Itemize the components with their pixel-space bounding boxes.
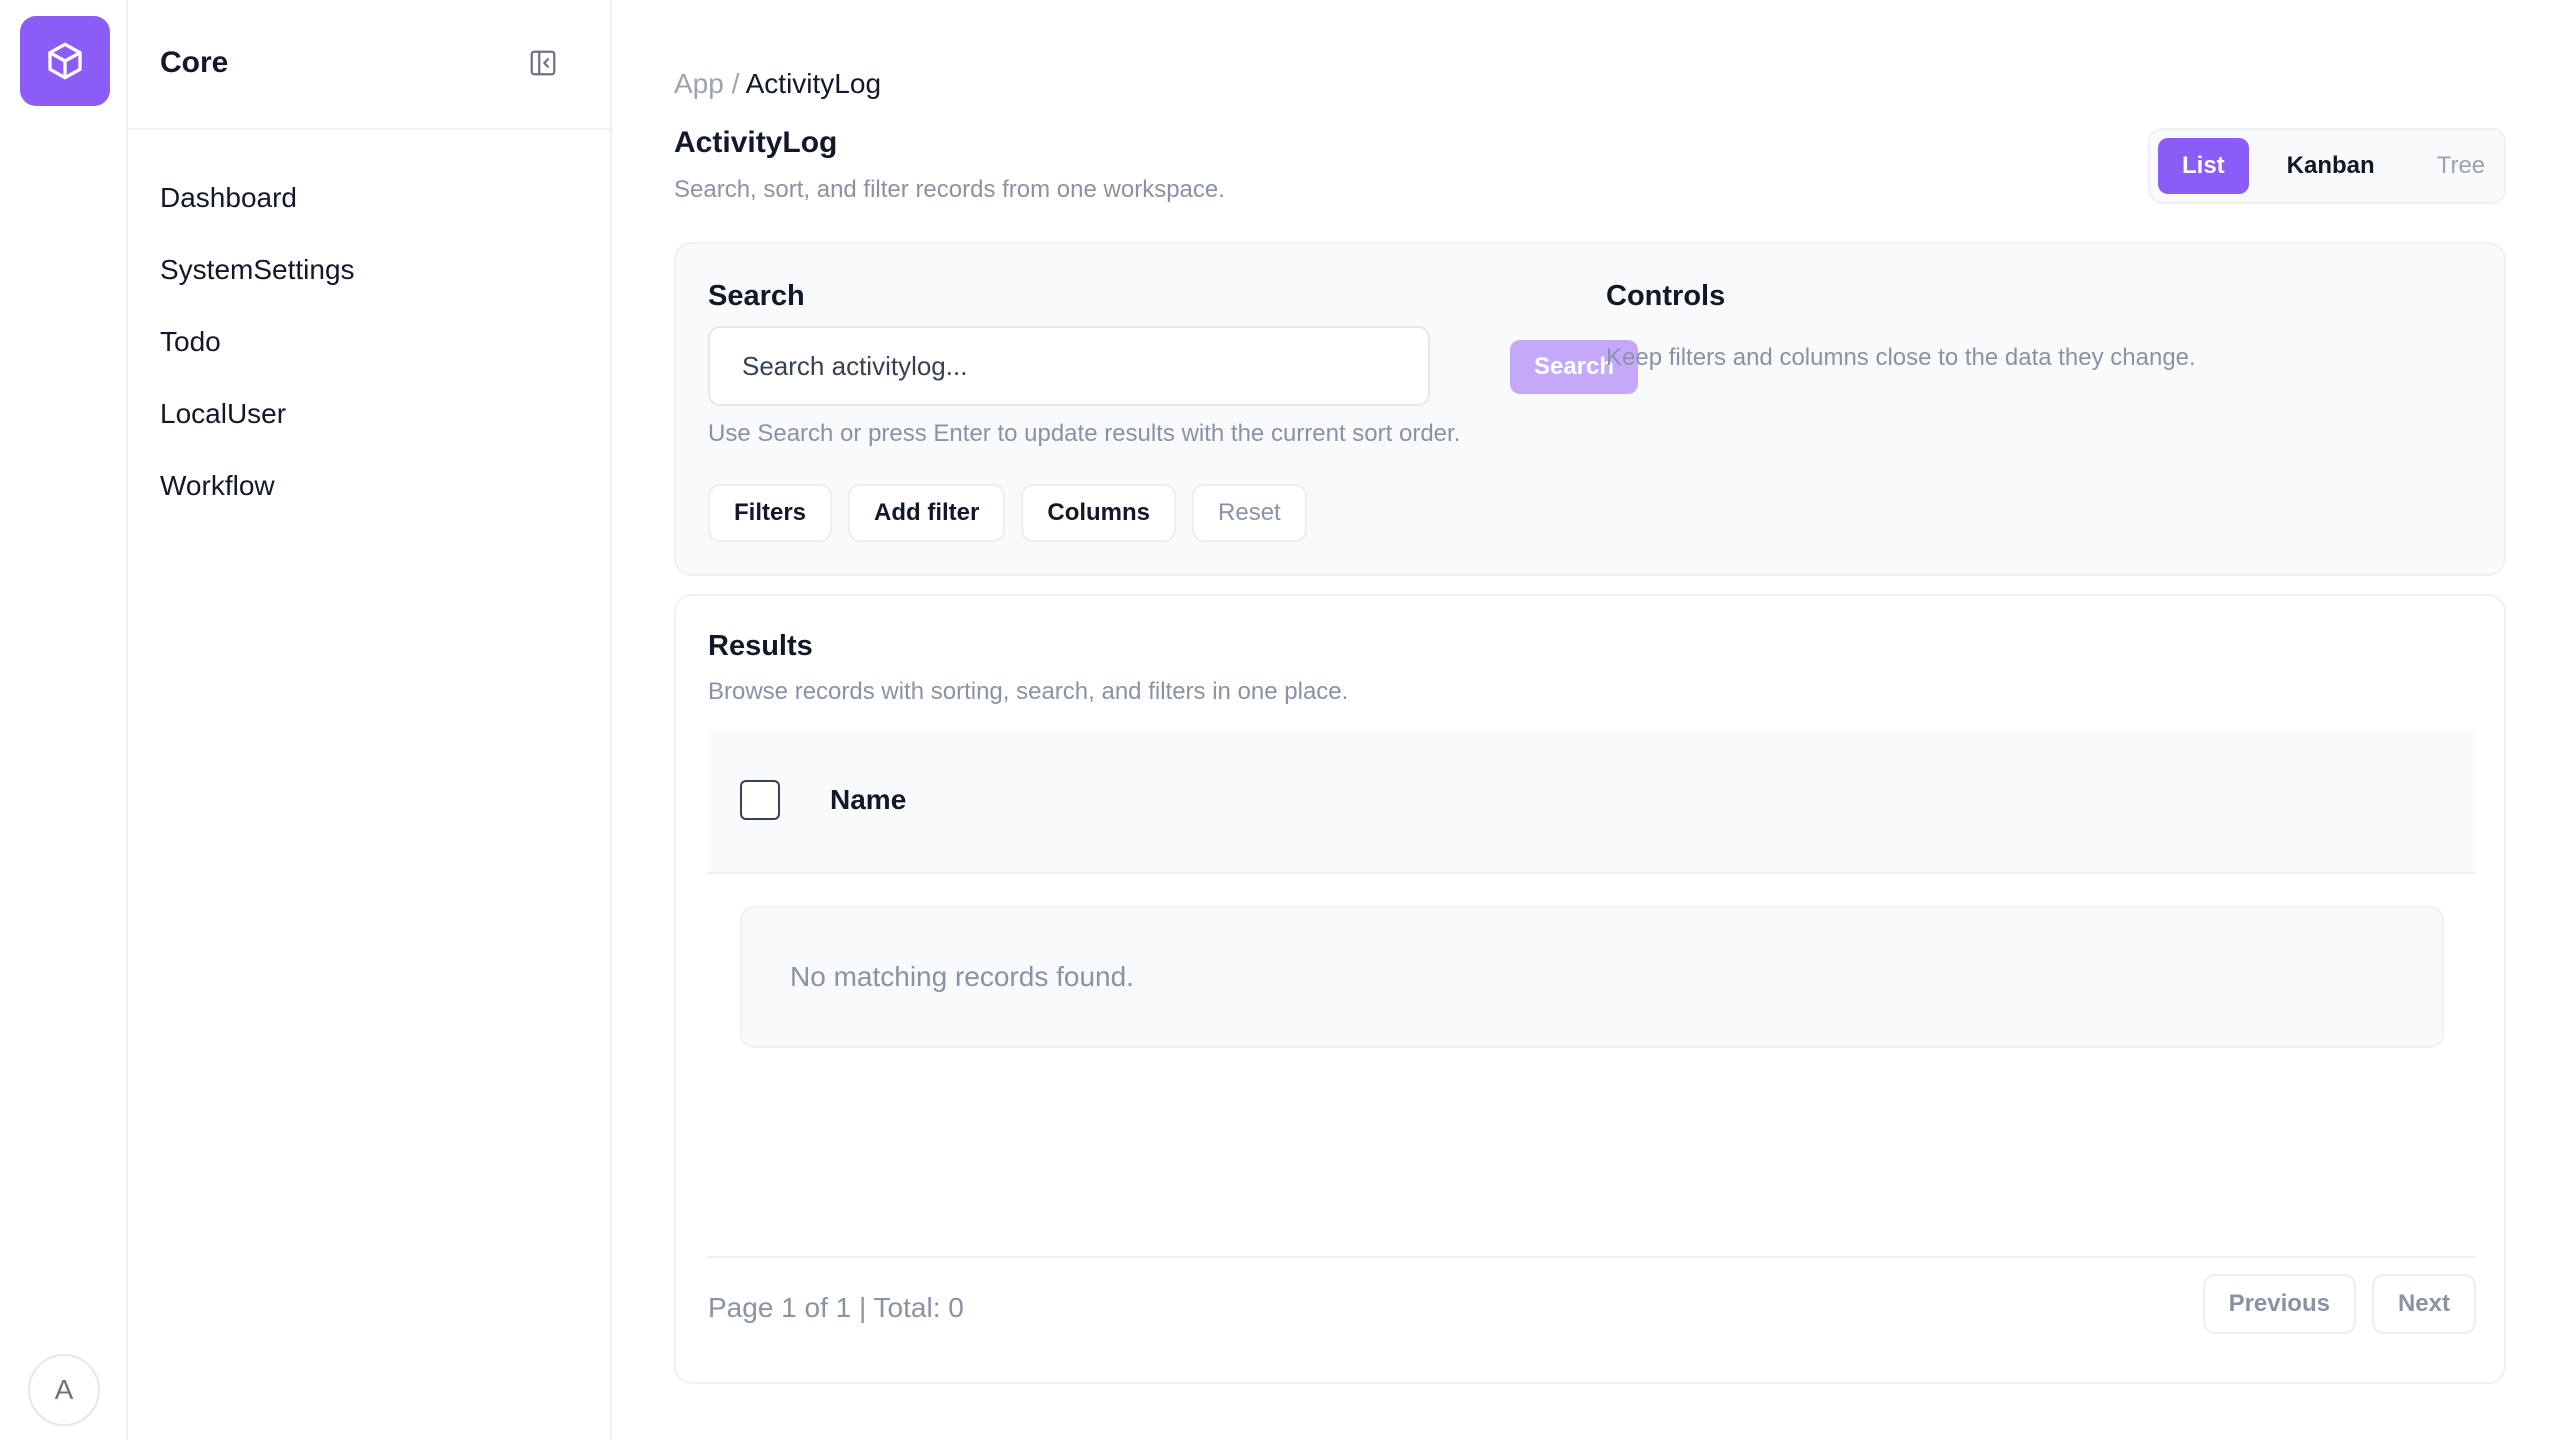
user-avatar[interactable]: A: [28, 1354, 100, 1426]
page-title: ActivityLog: [674, 126, 838, 159]
previous-page-button[interactable]: Previous: [2202, 1274, 2356, 1334]
results-subtitle: Browse records with sorting, search, and…: [708, 678, 1349, 705]
sidebar-item-localuser[interactable]: LocalUser: [128, 378, 610, 450]
page-info: Page 1 of 1 | Total: 0: [708, 1292, 964, 1323]
breadcrumb: App / ActivityLog: [674, 68, 881, 100]
search-input[interactable]: [708, 326, 1430, 406]
view-list-button[interactable]: List: [2158, 138, 2249, 194]
column-header-name[interactable]: Name: [830, 784, 906, 816]
breadcrumb-separator: /: [731, 68, 740, 99]
table-header: Name: [708, 730, 2476, 874]
add-filter-button[interactable]: Add filter: [848, 484, 1006, 542]
sidebar-item-dashboard[interactable]: Dashboard: [128, 162, 610, 234]
sidebar-item-todo[interactable]: Todo: [128, 306, 610, 378]
sidebar: Core Dashboard SystemSettings Todo Local…: [128, 0, 612, 1440]
view-switch: List Kanban Tree: [2148, 128, 2506, 204]
controls-description: Keep filters and columns close to the da…: [1606, 344, 2196, 371]
filter-actions: Filters Add filter Columns Reset: [708, 484, 1307, 542]
select-all-checkbox[interactable]: [740, 780, 780, 820]
sidebar-nav: Dashboard SystemSettings Todo LocalUser …: [128, 130, 610, 522]
sidebar-header: Core: [128, 0, 610, 130]
main-content: App / ActivityLog ActivityLog Search, so…: [612, 0, 2560, 1440]
app-logo-button[interactable]: [20, 16, 110, 106]
results-card: Results Browse records with sorting, sea…: [674, 594, 2506, 1384]
results-heading: Results: [708, 630, 813, 662]
next-page-button[interactable]: Next: [2371, 1274, 2476, 1334]
search-hint: Use Search or press Enter to update resu…: [708, 420, 1461, 447]
view-tree-button[interactable]: Tree: [2413, 138, 2509, 194]
pagination: Previous Next: [2202, 1274, 2476, 1334]
reset-button[interactable]: Reset: [1192, 484, 1307, 542]
page-subtitle: Search, sort, and filter records from on…: [674, 176, 1225, 203]
breadcrumb-root[interactable]: App: [674, 68, 724, 99]
breadcrumb-current: ActivityLog: [745, 68, 882, 99]
sidebar-item-workflow[interactable]: Workflow: [128, 450, 610, 522]
search-heading: Search: [708, 280, 805, 312]
view-kanban-button[interactable]: Kanban: [2263, 138, 2399, 194]
columns-button[interactable]: Columns: [1021, 484, 1177, 542]
results-footer: Page 1 of 1 | Total: 0 Previous Next: [708, 1256, 2476, 1356]
search-card: Search Search Use Search or press Enter …: [674, 242, 2506, 576]
empty-state: No matching records found.: [740, 906, 2444, 1048]
filters-button[interactable]: Filters: [708, 484, 833, 542]
avatar-initial: A: [54, 1374, 74, 1405]
sidebar-title: Core: [160, 46, 229, 79]
controls-heading: Controls: [1606, 280, 1726, 312]
sidebar-collapse-icon[interactable]: [528, 48, 558, 78]
sidebar-item-systemsettings[interactable]: SystemSettings: [128, 234, 610, 306]
cube-icon: [48, 42, 82, 80]
icon-rail: A: [0, 0, 128, 1440]
